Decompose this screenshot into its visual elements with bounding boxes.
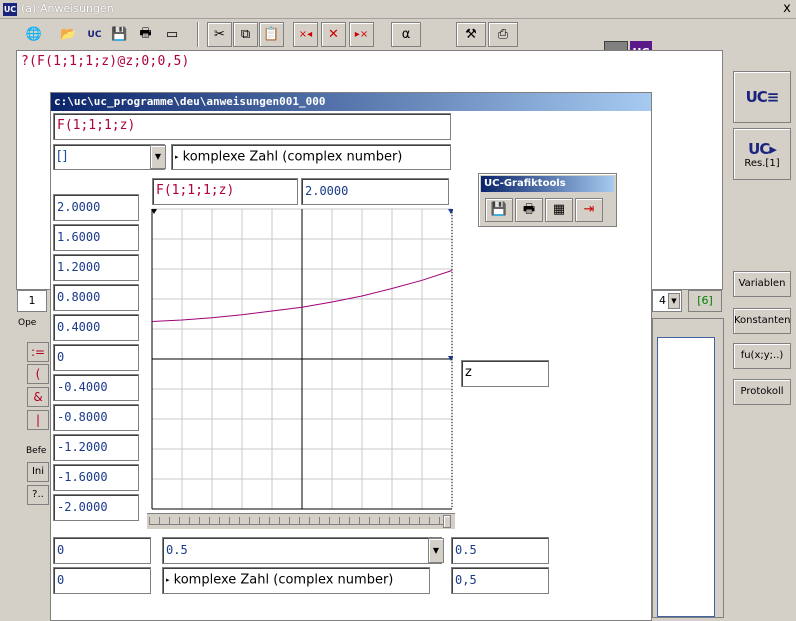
save-icon[interactable]: 💾 (485, 198, 513, 222)
tools-icon[interactable]: ⚒ (456, 22, 486, 47)
commands-group-label: Befe (26, 446, 47, 456)
konstanten-button[interactable]: Konstanten (733, 308, 791, 334)
plot-function-text: F(1;1;1;z) (156, 183, 235, 198)
functions-button[interactable]: fu(x;y;..) (733, 343, 791, 369)
y-axis-label[interactable]: 0 (53, 344, 139, 371)
x-variable-text: z (465, 365, 472, 380)
type-combo-value: [] (57, 149, 68, 164)
uc-result-icon: UC▸ (748, 139, 777, 158)
paren-button[interactable]: ( (27, 364, 49, 384)
uc-menu-icon: UC≡ (745, 88, 780, 106)
xmax-combo[interactable]: 0.5 (162, 537, 442, 564)
open-folder-icon[interactable]: 📂 (56, 22, 81, 47)
y-axis-label[interactable]: 1.6000 (53, 224, 139, 251)
query-button[interactable]: ?.. (27, 485, 49, 505)
paste-icon[interactable]: 📋 (259, 22, 284, 47)
y-axis-label[interactable]: -0.4000 (53, 374, 139, 401)
scroll-thumb[interactable] (443, 515, 451, 528)
y-axis-label[interactable]: 0.4000 (53, 314, 139, 341)
y-axis-label[interactable]: 0.8000 (53, 284, 139, 311)
toolbar-separator (197, 22, 199, 47)
grafiktools-title: UC-Grafiktools (481, 176, 614, 192)
function-text: F(1;1;1;z) (57, 118, 136, 133)
result-label: Res.[1] (744, 157, 780, 169)
type-description-text: komplexe Zahl (complex number) (182, 149, 403, 165)
delete-icon[interactable]: ✕ (321, 22, 346, 47)
row2-left-field[interactable]: 0 (53, 567, 151, 594)
app-logo-icon: UC (3, 3, 17, 16)
row2-description-text: komplexe Zahl (complex number) (173, 572, 394, 588)
chevron-down-icon[interactable]: ▼ (668, 293, 680, 309)
caret-right-icon: ▸ (175, 153, 179, 161)
type-description: ▸ komplexe Zahl (complex number) (171, 144, 451, 170)
variablen-button[interactable]: Variablen (733, 271, 791, 297)
copy-icon[interactable]: ⧉ (233, 22, 258, 47)
line-index-field[interactable]: 1 (17, 290, 47, 312)
init-button[interactable]: Ini (27, 462, 49, 482)
chevron-down-icon[interactable]: ▼ (150, 145, 166, 169)
cut-icon[interactable]: ✂ (207, 22, 232, 47)
plot-canvas[interactable] (151, 208, 453, 510)
chevron-down-icon[interactable]: ▼ (428, 538, 444, 563)
protokoll-button[interactable]: Protokoll (733, 379, 791, 405)
window-title: (a):Anweisungen (21, 2, 114, 15)
amp-button[interactable]: & (27, 387, 49, 407)
camera-icon[interactable]: ⎙ (488, 22, 518, 47)
x-variable-field[interactable]: z (461, 360, 549, 387)
dialog-titlebar: c:\uc\uc_programme\deu\anweisungen001_00… (51, 93, 651, 111)
alpha-icon[interactable]: α (391, 22, 421, 47)
xmax-field[interactable]: 0.5 (451, 537, 549, 564)
plot-function-field[interactable]: F(1;1;1;z) (152, 178, 298, 205)
print-icon[interactable]: 🖶 (515, 198, 543, 222)
y-axis-label[interactable]: -1.2000 (53, 434, 139, 461)
y-axis-label[interactable]: -2.0000 (53, 494, 139, 521)
plot-value-field[interactable]: 2.0000 (301, 178, 449, 205)
background-panel (652, 318, 724, 618)
expression-text: ?(F(1;1;1;z)@z;0;0,5) (21, 54, 190, 69)
function-field[interactable]: F(1;1;1;z) (53, 113, 451, 140)
result-button[interactable]: UC▸ Res.[1] (733, 128, 791, 180)
row2-description: ▸ komplexe Zahl (complex number) (162, 567, 430, 594)
delete-right-icon[interactable]: ▸× (349, 22, 374, 47)
y-axis-label[interactable]: 2.0000 (53, 194, 139, 221)
plot-axes (151, 209, 453, 510)
background-list[interactable] (657, 337, 715, 617)
operators-group-label: Ope (18, 318, 37, 328)
screen-icon[interactable]: ▭ (158, 22, 186, 47)
caret-right-icon: ▸ (166, 576, 170, 584)
plot-dialog: c:\uc\uc_programme\deu\anweisungen001_00… (50, 92, 652, 621)
uc-open-icon[interactable]: UC (82, 22, 107, 47)
delete-left-icon[interactable]: ×◂ (293, 22, 318, 47)
window-titlebar: UC (a):Anweisungen x (0, 0, 796, 19)
y-axis-label[interactable]: -0.8000 (53, 404, 139, 431)
background-combo[interactable]: 4 ▼ (652, 290, 682, 312)
row2-right-field[interactable]: 0,5 (451, 567, 549, 594)
scroll-ticks (149, 517, 451, 525)
y-axis-label[interactable]: 1.2000 (53, 254, 139, 281)
close-button[interactable]: x (780, 1, 794, 17)
print-icon[interactable]: 🖶 (133, 22, 158, 47)
background-combo-value: 4 (659, 294, 666, 307)
toolbar: 🌐 📂 UC 💾 🖶 ▭ ✂ ⧉ 📋 ×◂ ✕ ▸× α ⚒ ⎙ UC (0, 19, 796, 65)
exit-icon[interactable]: ⇥ (575, 198, 603, 222)
save-icon[interactable]: 💾 (107, 22, 132, 47)
type-combo[interactable]: [] (53, 144, 165, 170)
globe-icon[interactable]: 🌐 (18, 22, 50, 47)
y-axis-label[interactable]: -1.6000 (53, 464, 139, 491)
table-icon[interactable]: ▦ (545, 198, 573, 222)
assign-button[interactable]: := (27, 342, 49, 362)
bracket-count: [6] (688, 290, 722, 312)
uc-menu-button[interactable]: UC≡ (733, 71, 791, 123)
xmin-field[interactable]: 0 (53, 537, 151, 564)
plot-scrollbar[interactable] (147, 513, 455, 529)
bar-button[interactable]: | (27, 410, 49, 430)
grafiktools-palette: UC-Grafiktools 💾 🖶 ▦ ⇥ (478, 173, 617, 227)
